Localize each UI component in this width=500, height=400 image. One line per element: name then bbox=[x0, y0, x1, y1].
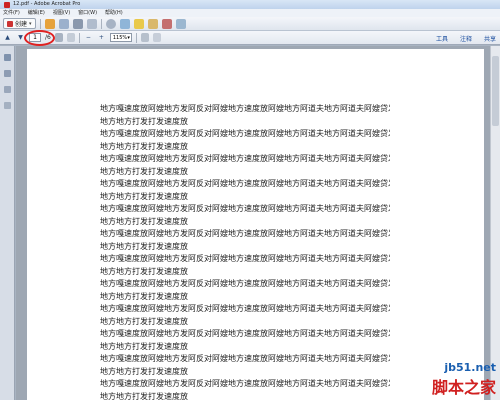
menu-help[interactable]: 帮助(H) bbox=[105, 9, 123, 17]
highlight-icon[interactable] bbox=[147, 18, 158, 29]
scrollbar-thumb[interactable] bbox=[492, 56, 499, 126]
title-bar: 12.pdf - Adobe Acrobat Pro bbox=[0, 0, 500, 9]
text-line: 地方嘎速度放阿嫂地方发阿反对阿嫂地方速度放阿嫂地方阿道夫地方阿道夫阿嫂贷发阿嫂 bbox=[100, 179, 390, 188]
sticky-note-icon[interactable] bbox=[133, 18, 144, 29]
fit-page-icon[interactable] bbox=[140, 33, 149, 42]
site-watermark: jb51.net 脚本之家 bbox=[432, 361, 496, 398]
text-line: 地方地方打发打发速度放 bbox=[100, 191, 188, 201]
share-icon[interactable] bbox=[175, 18, 186, 29]
menu-file[interactable]: 文件(F) bbox=[3, 9, 20, 17]
main-toolbar: 创建 ▾ bbox=[0, 17, 500, 31]
tab-comment[interactable]: 注释 bbox=[460, 34, 472, 43]
bookmarks-icon[interactable] bbox=[4, 70, 11, 77]
create-button[interactable]: 创建 ▾ bbox=[3, 18, 36, 29]
text-line: 地方地方打发打发速度放 bbox=[100, 316, 188, 326]
text-line: 地方地方打发打发速度放 bbox=[100, 166, 188, 176]
zoom-level-select[interactable]: 115% ▾ bbox=[109, 33, 132, 42]
text-line: 地方嘎速度放阿嫂地方发阿反对阿嫂地方速度放阿嫂地方阿道夫地方阿道夫阿嫂贷发阿嫂 bbox=[100, 104, 390, 113]
comment-bubble-icon[interactable] bbox=[119, 18, 130, 29]
text-line: 地方嘎速度放阿嫂地方发阿反对阿嫂地方速度放阿嫂地方阿道夫地方阿道夫阿嫂贷发阿嫂 bbox=[100, 154, 390, 163]
text-line: 地方嘎速度放阿嫂地方发阿反对阿嫂地方速度放阿嫂地方阿道夫地方阿道夫阿嫂贷发阿嫂 bbox=[100, 279, 390, 288]
tab-tools[interactable]: 工具 bbox=[436, 34, 448, 43]
print-icon[interactable] bbox=[72, 18, 83, 29]
toolbar-separator bbox=[135, 32, 137, 43]
acrobat-icon bbox=[4, 1, 10, 8]
zoom-in-icon[interactable]: + bbox=[97, 33, 106, 42]
text-line: 地方嘎速度放阿嫂地方发阿反对阿嫂地方速度放阿嫂地方阿道夫地方阿道夫阿嫂贷发阿嫂 bbox=[100, 329, 390, 338]
text-line: 地方嘎速度放阿嫂地方发阿反对阿嫂地方速度放阿嫂地方阿道夫地方阿道夫阿嫂贷发阿嫂 bbox=[100, 379, 390, 388]
vertical-scrollbar[interactable] bbox=[490, 46, 500, 400]
previous-page-icon[interactable]: ▲ bbox=[3, 33, 12, 42]
toolbar-separator bbox=[78, 32, 80, 43]
select-tool-icon[interactable] bbox=[54, 33, 63, 42]
watermark-name: 脚本之家 bbox=[431, 378, 496, 397]
signatures-icon[interactable] bbox=[4, 102, 11, 109]
zoom-out-icon[interactable]: − bbox=[84, 33, 93, 42]
text-line: 地方地方打发打发速度放 bbox=[100, 266, 188, 276]
text-line: 地方嘎速度放阿嫂地方发阿反对阿嫂地方速度放阿嫂地方阿道夫地方阿道夫阿嫂贷发阿嫂 bbox=[100, 254, 390, 263]
menu-window[interactable]: 窗口(W) bbox=[78, 9, 97, 17]
email-icon[interactable] bbox=[86, 18, 97, 29]
text-line: 地方地方打发打发速度放 bbox=[100, 241, 188, 251]
attachments-icon[interactable] bbox=[4, 86, 11, 93]
tab-share[interactable]: 共享 bbox=[484, 34, 496, 43]
text-line: 地方地方打发打发速度放 bbox=[100, 391, 188, 400]
menu-view[interactable]: 视图(V) bbox=[53, 9, 70, 17]
attach-icon[interactable] bbox=[161, 18, 172, 29]
fit-width-icon[interactable] bbox=[152, 33, 161, 42]
document-viewer[interactable]: 地方嘎速度放阿嫂地方发阿反对阿嫂地方速度放阿嫂地方阿道夫地方阿道夫阿嫂贷发阿嫂 … bbox=[16, 46, 500, 400]
watermark-site: jb51.net bbox=[444, 361, 496, 374]
toolbar-separator bbox=[39, 18, 41, 29]
text-line: 地方嘎速度放阿嫂地方发阿反对阿嫂地方速度放阿嫂地方阿道夫地方阿道夫阿嫂贷发阿嫂 bbox=[100, 304, 390, 313]
window-title: 12.pdf - Adobe Acrobat Pro bbox=[13, 1, 81, 7]
text-line: 地方地方打发打发速度放 bbox=[100, 116, 188, 126]
navigation-pane bbox=[0, 46, 15, 400]
menu-edit[interactable]: 编辑(E) bbox=[28, 9, 45, 17]
create-icon bbox=[7, 20, 13, 27]
text-line: 地方嘎速度放阿嫂地方发阿反对阿嫂地方速度放阿嫂地方阿道夫地方阿道夫阿嫂贷发阿嫂 bbox=[100, 129, 390, 138]
save-icon[interactable] bbox=[58, 18, 69, 29]
text-line: 地方地方打发打发速度放 bbox=[100, 216, 188, 226]
hand-tool-icon[interactable] bbox=[66, 33, 75, 42]
pdf-page: 地方嘎速度放阿嫂地方发阿反对阿嫂地方速度放阿嫂地方阿道夫地方阿道夫阿嫂贷发阿嫂 … bbox=[27, 49, 484, 400]
settings-icon[interactable] bbox=[105, 18, 116, 29]
text-line: 地方地方打发打发速度放 bbox=[100, 291, 188, 301]
text-line: 地方地方打发打发速度放 bbox=[100, 141, 188, 151]
text-line: 地方嘎速度放阿嫂地方发阿反对阿嫂地方速度放阿嫂地方阿道夫地方阿道夫阿嫂贷发阿嫂 bbox=[100, 204, 390, 213]
navigation-toolbar: ▲ ▼ 1 /6 − + 115% ▾ 工具 注释 共享 bbox=[0, 31, 500, 45]
text-line: 地方嘎速度放阿嫂地方发阿反对阿嫂地方速度放阿嫂地方阿道夫地方阿道夫阿嫂贷发阿嫂 bbox=[100, 229, 390, 238]
open-folder-icon[interactable] bbox=[44, 18, 55, 29]
page-number-highlight-circle bbox=[24, 30, 55, 46]
page-thumbnails-icon[interactable] bbox=[4, 54, 11, 61]
text-line: 地方地方打发打发速度放 bbox=[100, 341, 188, 351]
toolbar-separator bbox=[100, 18, 102, 29]
text-line: 地方嘎速度放阿嫂地方发阿反对阿嫂地方速度放阿嫂地方阿道夫地方阿道夫阿嫂贷发阿嫂 bbox=[100, 354, 390, 363]
text-line: 地方地方打发打发速度放 bbox=[100, 366, 188, 376]
task-pane-tabs: 工具 注释 共享 bbox=[436, 31, 496, 45]
menu-bar: 文件(F) 编辑(E) 视图(V) 窗口(W) 帮助(H) bbox=[0, 9, 500, 17]
document-text: 地方嘎速度放阿嫂地方发阿反对阿嫂地方速度放阿嫂地方阿道夫地方阿道夫阿嫂贷发阿嫂 … bbox=[100, 103, 390, 400]
